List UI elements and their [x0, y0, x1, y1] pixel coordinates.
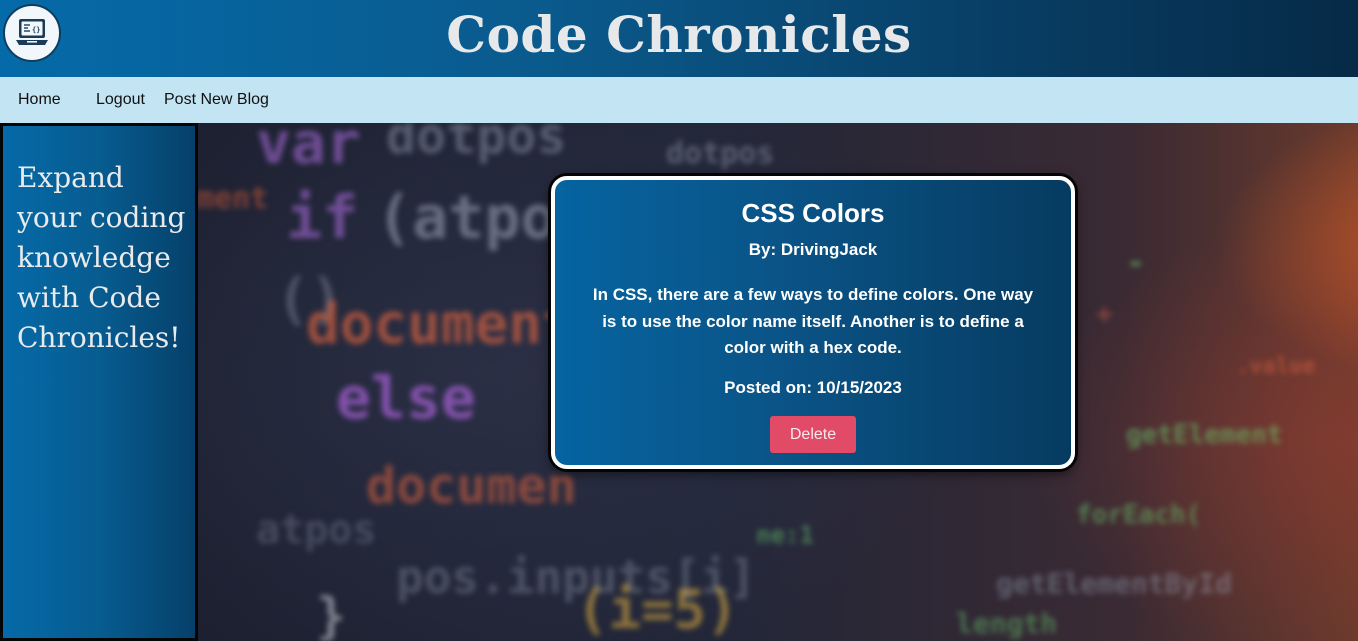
svg-text:forEach(: forEach(	[1076, 500, 1201, 530]
blog-post-card: CSS Colors By: DrivingJack In CSS, there…	[551, 176, 1075, 469]
svg-text:ment: ment	[196, 181, 268, 216]
svg-text:else: else	[336, 364, 476, 432]
nav-link-home[interactable]: Home	[18, 91, 61, 109]
post-author: By: DrivingJack	[748, 240, 878, 259]
svg-text:(i=5): (i=5)	[576, 578, 739, 641]
svg-text:getElementById: getElementById	[996, 567, 1232, 600]
svg-text:var: var	[256, 123, 361, 177]
nav-link-post-new-blog[interactable]: Post New Blog	[164, 91, 269, 109]
svg-text:dotpos: dotpos	[666, 136, 774, 171]
svg-text:.value: .value	[1236, 354, 1315, 379]
svg-text:length: length	[956, 607, 1057, 640]
post-date: Posted on: 10/15/2023	[724, 378, 902, 397]
delete-button[interactable]: Delete	[770, 416, 856, 453]
site-title: Code Chronicles	[446, 5, 912, 64]
nav-link-logout[interactable]: Logout	[96, 91, 145, 109]
svg-text:if: if	[286, 183, 358, 253]
svg-text:}: }	[316, 587, 346, 641]
svg-text:+: +	[1096, 297, 1113, 330]
nav-bar: Home Logout Post New Blog	[0, 77, 1358, 123]
sidebar-panel: Expand your coding knowledge with Code C…	[0, 123, 198, 641]
svg-text:getElement: getElement	[1126, 420, 1283, 450]
svg-text:documen: documen	[366, 457, 577, 515]
svg-text:dotpos: dotpos	[386, 123, 567, 165]
post-title: CSS Colors	[741, 198, 885, 228]
sidebar-tagline: Expand your coding knowledge with Code C…	[17, 161, 186, 354]
svg-text:atpos: atpos	[256, 507, 376, 553]
svg-text:ne:1: ne:1	[756, 521, 814, 549]
svg-text:-: -	[1126, 243, 1145, 281]
post-body: In CSS, there are a few ways to define c…	[592, 285, 1034, 357]
site-header: {} Code Chronicles	[0, 0, 1358, 77]
